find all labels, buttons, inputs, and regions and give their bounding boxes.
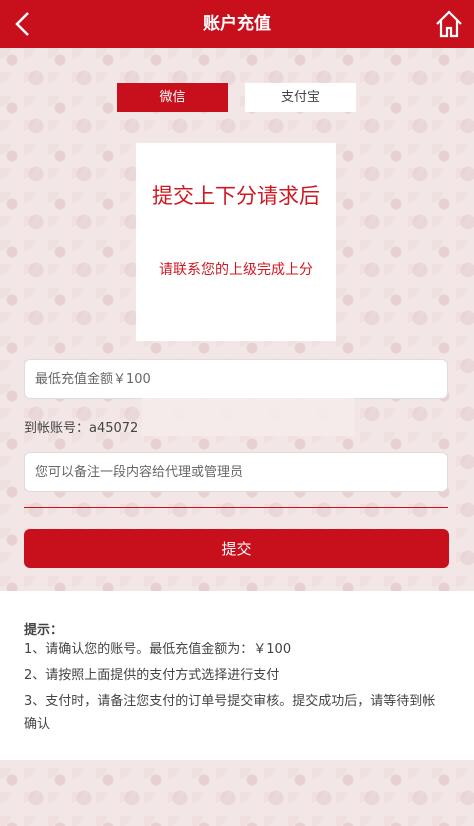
tip-item: 2、请按照上面提供的支付方式选择进行支付 — [24, 668, 280, 683]
home-button[interactable] — [434, 9, 464, 39]
tip-item: 1、请确认您的账号。最低充值金额为：￥100 — [24, 642, 292, 657]
account-label: 到帐账号：a45072 — [24, 421, 139, 436]
tips-panel: 提示： 1、请确认您的账号。最低充值金额为：￥100 2、请按照上面提供的支付方… — [0, 591, 474, 760]
note-input[interactable] — [24, 452, 448, 492]
app-header: 账户充值 — [0, 0, 474, 48]
redaction-overlay — [142, 398, 354, 436]
divider — [24, 507, 448, 508]
tab-alipay[interactable]: 支付宝 — [245, 83, 356, 112]
tips-title: 提示： — [24, 623, 64, 638]
notice-sub-text: 请联系您的上级完成上分 — [159, 262, 313, 278]
page-title: 账户充值 — [203, 14, 271, 34]
payment-notice-box: 提交上下分请求后 请联系您的上级完成上分 — [136, 143, 336, 341]
tab-wechat[interactable]: 微信 — [117, 83, 228, 112]
amount-input[interactable] — [24, 359, 448, 399]
notice-main-text: 提交上下分请求后 — [152, 184, 320, 208]
home-icon — [436, 10, 462, 38]
submit-button[interactable]: 提交 — [24, 529, 449, 568]
tip-item: 3、支付时，请备注您支付的订单号提交审核。提交成功后，请等待到帐确认 — [24, 694, 436, 732]
